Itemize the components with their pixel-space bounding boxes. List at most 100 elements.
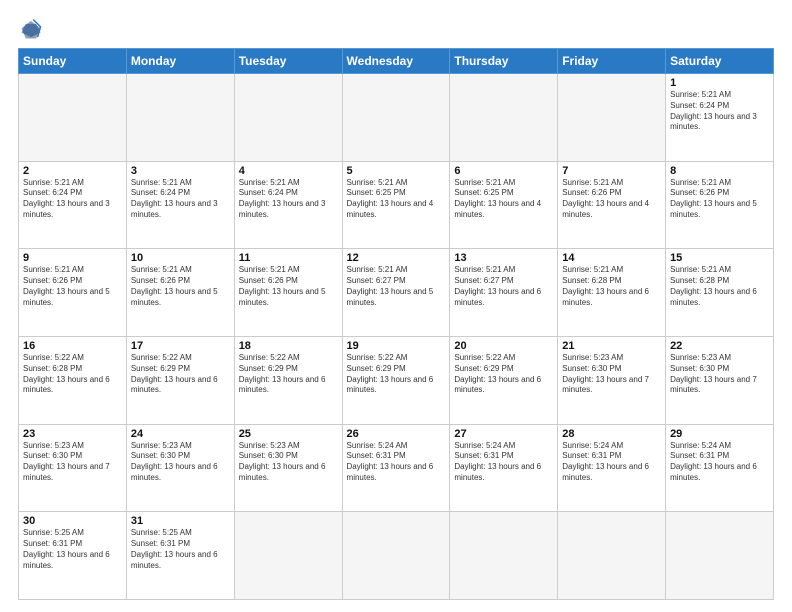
day-info: Sunrise: 5:24 AMSunset: 6:31 PMDaylight:… xyxy=(454,441,553,484)
day-number: 29 xyxy=(670,428,769,440)
day-number: 1 xyxy=(670,77,769,89)
day-number: 22 xyxy=(670,340,769,352)
day-info: Sunrise: 5:21 AMSunset: 6:24 PMDaylight:… xyxy=(670,90,769,133)
calendar-cell: 22Sunrise: 5:23 AMSunset: 6:30 PMDayligh… xyxy=(666,336,774,424)
day-info: Sunrise: 5:22 AMSunset: 6:28 PMDaylight:… xyxy=(23,353,122,396)
calendar-cell: 1Sunrise: 5:21 AMSunset: 6:24 PMDaylight… xyxy=(666,74,774,162)
calendar-cell xyxy=(342,74,450,162)
calendar-cell: 12Sunrise: 5:21 AMSunset: 6:27 PMDayligh… xyxy=(342,249,450,337)
header-day-tuesday: Tuesday xyxy=(234,49,342,74)
calendar-cell: 19Sunrise: 5:22 AMSunset: 6:29 PMDayligh… xyxy=(342,336,450,424)
day-info: Sunrise: 5:23 AMSunset: 6:30 PMDaylight:… xyxy=(562,353,661,396)
day-number: 18 xyxy=(239,340,338,352)
calendar-cell: 23Sunrise: 5:23 AMSunset: 6:30 PMDayligh… xyxy=(19,424,127,512)
header-day-saturday: Saturday xyxy=(666,49,774,74)
header xyxy=(18,18,774,40)
calendar-cell: 18Sunrise: 5:22 AMSunset: 6:29 PMDayligh… xyxy=(234,336,342,424)
calendar-cell: 4Sunrise: 5:21 AMSunset: 6:24 PMDaylight… xyxy=(234,161,342,249)
day-number: 24 xyxy=(131,428,230,440)
calendar-page: SundayMondayTuesdayWednesdayThursdayFrid… xyxy=(0,0,792,612)
day-number: 8 xyxy=(670,165,769,177)
day-info: Sunrise: 5:24 AMSunset: 6:31 PMDaylight:… xyxy=(562,441,661,484)
header-day-wednesday: Wednesday xyxy=(342,49,450,74)
calendar-cell: 16Sunrise: 5:22 AMSunset: 6:28 PMDayligh… xyxy=(19,336,127,424)
day-number: 31 xyxy=(131,515,230,527)
header-day-friday: Friday xyxy=(558,49,666,74)
calendar-cell: 9Sunrise: 5:21 AMSunset: 6:26 PMDaylight… xyxy=(19,249,127,337)
day-number: 21 xyxy=(562,340,661,352)
calendar-cell xyxy=(126,74,234,162)
day-number: 30 xyxy=(23,515,122,527)
calendar-week-2: 2Sunrise: 5:21 AMSunset: 6:24 PMDaylight… xyxy=(19,161,774,249)
calendar-cell: 11Sunrise: 5:21 AMSunset: 6:26 PMDayligh… xyxy=(234,249,342,337)
day-number: 9 xyxy=(23,252,122,264)
day-info: Sunrise: 5:21 AMSunset: 6:25 PMDaylight:… xyxy=(454,178,553,221)
calendar-cell: 25Sunrise: 5:23 AMSunset: 6:30 PMDayligh… xyxy=(234,424,342,512)
day-info: Sunrise: 5:23 AMSunset: 6:30 PMDaylight:… xyxy=(131,441,230,484)
day-info: Sunrise: 5:21 AMSunset: 6:28 PMDaylight:… xyxy=(670,265,769,308)
day-info: Sunrise: 5:22 AMSunset: 6:29 PMDaylight:… xyxy=(454,353,553,396)
day-info: Sunrise: 5:21 AMSunset: 6:26 PMDaylight:… xyxy=(23,265,122,308)
calendar-cell: 31Sunrise: 5:25 AMSunset: 6:31 PMDayligh… xyxy=(126,512,234,600)
day-info: Sunrise: 5:21 AMSunset: 6:28 PMDaylight:… xyxy=(562,265,661,308)
calendar-cell: 8Sunrise: 5:21 AMSunset: 6:26 PMDaylight… xyxy=(666,161,774,249)
header-day-monday: Monday xyxy=(126,49,234,74)
day-info: Sunrise: 5:23 AMSunset: 6:30 PMDaylight:… xyxy=(23,441,122,484)
day-info: Sunrise: 5:22 AMSunset: 6:29 PMDaylight:… xyxy=(131,353,230,396)
day-info: Sunrise: 5:21 AMSunset: 6:27 PMDaylight:… xyxy=(347,265,446,308)
calendar-cell: 27Sunrise: 5:24 AMSunset: 6:31 PMDayligh… xyxy=(450,424,558,512)
calendar-cell: 13Sunrise: 5:21 AMSunset: 6:27 PMDayligh… xyxy=(450,249,558,337)
day-number: 20 xyxy=(454,340,553,352)
calendar-cell xyxy=(342,512,450,600)
calendar-cell xyxy=(19,74,127,162)
day-info: Sunrise: 5:22 AMSunset: 6:29 PMDaylight:… xyxy=(347,353,446,396)
day-number: 16 xyxy=(23,340,122,352)
calendar-cell: 5Sunrise: 5:21 AMSunset: 6:25 PMDaylight… xyxy=(342,161,450,249)
day-number: 6 xyxy=(454,165,553,177)
calendar-cell: 30Sunrise: 5:25 AMSunset: 6:31 PMDayligh… xyxy=(19,512,127,600)
day-number: 23 xyxy=(23,428,122,440)
calendar-cell xyxy=(450,74,558,162)
day-info: Sunrise: 5:21 AMSunset: 6:26 PMDaylight:… xyxy=(670,178,769,221)
day-number: 15 xyxy=(670,252,769,264)
day-info: Sunrise: 5:22 AMSunset: 6:29 PMDaylight:… xyxy=(239,353,338,396)
calendar-header-row: SundayMondayTuesdayWednesdayThursdayFrid… xyxy=(19,49,774,74)
calendar-week-6: 30Sunrise: 5:25 AMSunset: 6:31 PMDayligh… xyxy=(19,512,774,600)
day-number: 4 xyxy=(239,165,338,177)
calendar-week-4: 16Sunrise: 5:22 AMSunset: 6:28 PMDayligh… xyxy=(19,336,774,424)
day-info: Sunrise: 5:21 AMSunset: 6:24 PMDaylight:… xyxy=(131,178,230,221)
day-info: Sunrise: 5:24 AMSunset: 6:31 PMDaylight:… xyxy=(347,441,446,484)
day-number: 11 xyxy=(239,252,338,264)
day-number: 26 xyxy=(347,428,446,440)
calendar-cell: 24Sunrise: 5:23 AMSunset: 6:30 PMDayligh… xyxy=(126,424,234,512)
calendar-cell xyxy=(234,512,342,600)
calendar-cell: 10Sunrise: 5:21 AMSunset: 6:26 PMDayligh… xyxy=(126,249,234,337)
day-info: Sunrise: 5:21 AMSunset: 6:26 PMDaylight:… xyxy=(562,178,661,221)
logo xyxy=(18,18,42,40)
day-info: Sunrise: 5:24 AMSunset: 6:31 PMDaylight:… xyxy=(670,441,769,484)
calendar-week-1: 1Sunrise: 5:21 AMSunset: 6:24 PMDaylight… xyxy=(19,74,774,162)
day-info: Sunrise: 5:25 AMSunset: 6:31 PMDaylight:… xyxy=(23,528,122,571)
day-number: 17 xyxy=(131,340,230,352)
day-number: 7 xyxy=(562,165,661,177)
logo-icon xyxy=(20,18,42,40)
day-number: 13 xyxy=(454,252,553,264)
calendar-cell xyxy=(558,512,666,600)
calendar-cell xyxy=(558,74,666,162)
calendar-cell: 7Sunrise: 5:21 AMSunset: 6:26 PMDaylight… xyxy=(558,161,666,249)
day-info: Sunrise: 5:21 AMSunset: 6:26 PMDaylight:… xyxy=(239,265,338,308)
day-info: Sunrise: 5:21 AMSunset: 6:27 PMDaylight:… xyxy=(454,265,553,308)
calendar-cell: 29Sunrise: 5:24 AMSunset: 6:31 PMDayligh… xyxy=(666,424,774,512)
day-info: Sunrise: 5:21 AMSunset: 6:24 PMDaylight:… xyxy=(239,178,338,221)
calendar-cell: 21Sunrise: 5:23 AMSunset: 6:30 PMDayligh… xyxy=(558,336,666,424)
calendar-cell: 15Sunrise: 5:21 AMSunset: 6:28 PMDayligh… xyxy=(666,249,774,337)
calendar-cell: 6Sunrise: 5:21 AMSunset: 6:25 PMDaylight… xyxy=(450,161,558,249)
calendar-cell: 2Sunrise: 5:21 AMSunset: 6:24 PMDaylight… xyxy=(19,161,127,249)
calendar-week-3: 9Sunrise: 5:21 AMSunset: 6:26 PMDaylight… xyxy=(19,249,774,337)
day-number: 19 xyxy=(347,340,446,352)
day-number: 25 xyxy=(239,428,338,440)
calendar-cell: 14Sunrise: 5:21 AMSunset: 6:28 PMDayligh… xyxy=(558,249,666,337)
calendar-cell xyxy=(666,512,774,600)
calendar-table: SundayMondayTuesdayWednesdayThursdayFrid… xyxy=(18,48,774,600)
calendar-week-5: 23Sunrise: 5:23 AMSunset: 6:30 PMDayligh… xyxy=(19,424,774,512)
